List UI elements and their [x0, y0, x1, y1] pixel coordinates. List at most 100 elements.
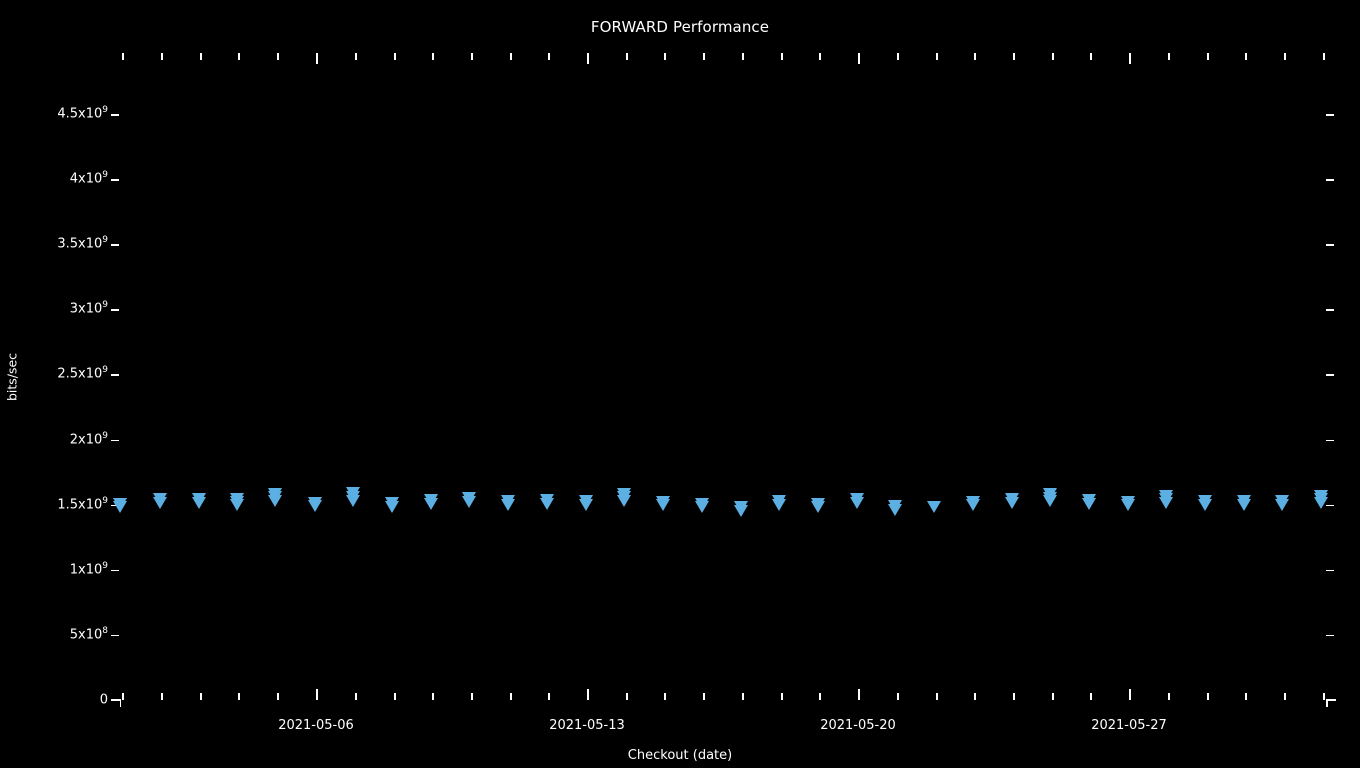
axis-origin-corner-left [111, 699, 121, 707]
chart-canvas: FORWARD Performance 0 5x108 1x109 1.5x109 2x… [0, 0, 1360, 768]
data-point-marker [734, 500, 748, 513]
y-tick-mark-left [111, 439, 119, 442]
x-tick-mark-top [1284, 53, 1286, 60]
x-tick-mark-top [936, 53, 938, 60]
y-tick-label: 1.5x109 [57, 495, 108, 513]
x-tick-mark-bottom [664, 693, 666, 700]
data-point-marker [1082, 494, 1096, 507]
x-tick-mark-top [510, 53, 512, 60]
x-tick-mark-bottom [858, 689, 860, 700]
x-tick-mark-top [626, 53, 628, 60]
x-tick-mark-top [858, 53, 860, 64]
x-tick-mark-bottom [626, 693, 628, 700]
y-tick-label: 4x109 [69, 170, 108, 187]
y-tick-mark-right [1326, 439, 1334, 442]
y-tick-label: 5x108 [69, 626, 108, 643]
x-tick-mark-top [781, 53, 783, 60]
x-tick-mark-bottom [200, 693, 202, 700]
x-tick-mark-top [1245, 53, 1247, 60]
x-tick-mark-bottom [316, 689, 318, 700]
x-tick-mark-top [742, 53, 744, 60]
data-point-marker [1121, 496, 1135, 509]
x-tick-mark-top [471, 53, 473, 60]
data-point-marker [695, 498, 709, 510]
y-tick-mark-left [111, 309, 119, 311]
x-tick-mark-top [703, 53, 705, 60]
x-tick-mark-top [1090, 53, 1092, 60]
y-tick-mark-left [111, 634, 119, 637]
data-point-marker [888, 499, 902, 512]
y-tick-mark-right [1326, 569, 1334, 572]
data-point-marker [772, 494, 786, 507]
data-point-marker [1198, 495, 1212, 508]
data-point-marker [1237, 494, 1251, 507]
x-tick-mark-bottom [277, 693, 279, 700]
data-point-marker [230, 492, 244, 505]
x-tick-mark-top [432, 53, 434, 60]
x-tick-mark-bottom [1129, 689, 1131, 700]
x-tick-mark-bottom [1013, 693, 1015, 700]
x-tick-mark-bottom [510, 693, 512, 700]
x-tick-mark-top [1323, 53, 1325, 60]
x-tick-mark-bottom [742, 693, 744, 700]
data-point-marker [462, 492, 476, 505]
x-tick-mark-bottom [1245, 693, 1247, 700]
y-tick-mark-left [111, 114, 119, 116]
data-point-marker [268, 487, 282, 500]
x-tick-mark-top [277, 53, 279, 60]
data-point-marker [308, 496, 322, 509]
y-tick-mark-right [1326, 244, 1334, 246]
y-tick-mark-left [111, 569, 119, 572]
axis-origin-corner-right [1326, 699, 1336, 707]
data-point-marker [811, 498, 825, 510]
y-tick-mark-right [1326, 179, 1334, 181]
data-point-marker [617, 487, 631, 500]
x-tick-mark-top [587, 53, 589, 64]
x-tick-mark-top [355, 53, 357, 60]
y-tick-mark-left [111, 374, 119, 376]
data-point-marker [850, 492, 864, 505]
y-tick-mark-right [1326, 634, 1334, 637]
x-tick-mark-top [1207, 53, 1209, 60]
y-axis-title: bits/sec [4, 352, 20, 402]
x-tick-label: 2021-05-13 [549, 718, 625, 733]
x-tick-mark-top [1129, 53, 1131, 64]
y-tick-mark-right [1326, 374, 1334, 376]
y-tick-label: 0 [99, 692, 108, 708]
x-tick-mark-top [161, 53, 163, 60]
data-point-marker [1159, 489, 1173, 502]
x-tick-mark-bottom [781, 693, 783, 700]
y-tick-mark-left [111, 244, 119, 246]
x-tick-mark-bottom [974, 693, 976, 700]
data-point-marker [346, 486, 360, 499]
x-tick-mark-bottom [548, 693, 550, 700]
x-tick-mark-bottom [1168, 693, 1170, 700]
x-tick-mark-bottom [471, 693, 473, 700]
data-point-marker [579, 495, 593, 508]
data-point-marker [501, 495, 515, 508]
y-tick-mark-right [1326, 114, 1334, 116]
data-point-marker [1275, 494, 1289, 507]
x-tick-mark-bottom [238, 693, 240, 700]
y-tick-label: 3.5x109 [57, 235, 108, 252]
data-point-marker [1043, 488, 1057, 501]
x-tick-mark-bottom [1323, 693, 1325, 700]
x-tick-mark-bottom [1207, 693, 1209, 700]
x-tick-mark-top [394, 53, 396, 60]
data-point-marker [424, 494, 438, 507]
data-point-marker [113, 498, 127, 510]
x-tick-label: 2021-05-20 [820, 718, 896, 733]
x-tick-mark-bottom [587, 689, 589, 700]
y-tick-mark-right [1326, 309, 1334, 311]
x-tick-mark-bottom [819, 693, 821, 700]
x-axis-title: Checkout (date) [627, 748, 733, 763]
data-point-marker [927, 501, 941, 514]
x-tick-mark-bottom [122, 693, 124, 700]
x-tick-mark-top [316, 53, 318, 64]
x-tick-mark-bottom [161, 693, 163, 700]
y-tick-label: 4.5x109 [57, 105, 108, 122]
x-tick-label: 2021-05-06 [278, 718, 354, 733]
y-tick-label: 3x109 [69, 300, 108, 317]
x-tick-mark-top [200, 53, 202, 60]
x-tick-mark-top [122, 53, 124, 60]
